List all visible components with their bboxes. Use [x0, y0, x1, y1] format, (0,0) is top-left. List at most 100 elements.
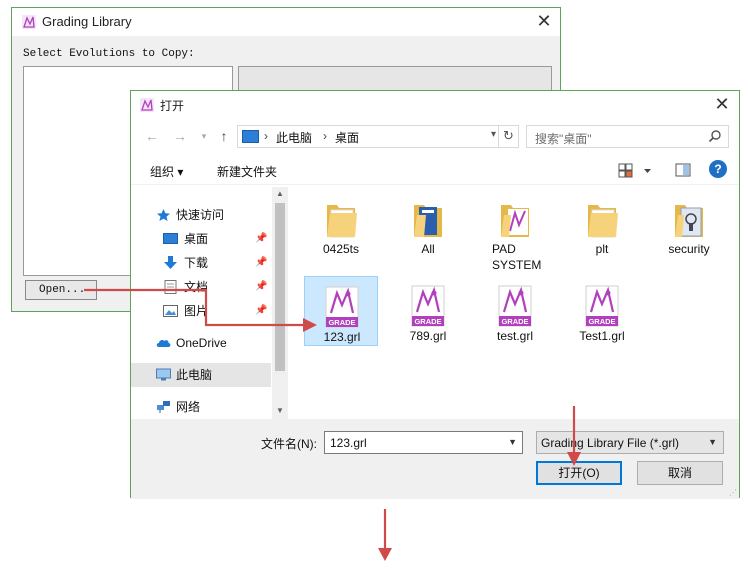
file-name: plt: [595, 242, 609, 256]
file-item-test1-grl[interactable]: GRADE Test1.grl: [565, 276, 639, 346]
nav-item-label: 桌面: [184, 232, 209, 246]
pin-icon: 📌: [255, 305, 268, 316]
file-name: PAD SYSTEM: [492, 242, 542, 272]
folder-icon: [327, 205, 357, 238]
filetype-value: Grading Library File (*.grl): [541, 436, 680, 450]
nav-item-this-pc[interactable]: 此电脑: [131, 363, 271, 387]
breadcrumb-separator: ›: [264, 129, 268, 143]
search-input[interactable]: 搜索"桌面": [526, 125, 729, 148]
pin-icon: 📌: [255, 233, 268, 244]
address-bar[interactable]: › 此电脑 › 桌面 ▾ ↻: [237, 125, 519, 148]
folder-icon: [588, 205, 618, 238]
filename-value: 123.grl: [330, 436, 367, 450]
grl-file-icon: GRADE: [411, 285, 445, 327]
folder-grade-icon: [501, 205, 529, 237]
nav-item-network[interactable]: 网络: [131, 395, 271, 419]
breadcrumb-desktop[interactable]: 桌面: [335, 129, 359, 146]
grl-badge: GRADE: [588, 317, 615, 326]
forward-arrow-icon[interactable]: →: [171, 127, 189, 145]
filename-field[interactable]: 123.grl ▼: [324, 431, 523, 454]
document-icon: [164, 280, 177, 294]
search-icon: [708, 130, 721, 143]
file-item-0425ts[interactable]: 0425ts: [304, 189, 378, 275]
search-placeholder: 搜索"桌面": [535, 132, 592, 146]
nav-item-downloads[interactable]: 下载 📌: [131, 251, 271, 275]
grl-file-icon: GRADE: [325, 286, 359, 328]
file-item-plt[interactable]: plt: [565, 189, 639, 275]
pin-icon: 📌: [255, 257, 268, 268]
breadcrumb-this-pc[interactable]: 此电脑: [276, 129, 312, 146]
file-name: 789.grl: [409, 329, 447, 343]
pin-icon: 📌: [255, 281, 268, 292]
recent-locations-icon[interactable]: ▾: [195, 127, 213, 145]
close-icon[interactable]: ✕: [528, 8, 560, 36]
file-item-all[interactable]: All: [391, 189, 465, 275]
refresh-icon[interactable]: ↻: [498, 126, 518, 147]
cloud-icon: [156, 339, 171, 347]
breadcrumb-separator: ›: [323, 129, 327, 143]
computer-icon: [156, 368, 171, 381]
scroll-down-icon[interactable]: ▼: [272, 406, 288, 415]
file-item-789-grl[interactable]: GRADE 789.grl: [391, 276, 465, 346]
file-name: Test1.grl: [579, 329, 625, 343]
resize-grip[interactable]: ⋰: [729, 488, 737, 497]
open-dialog-title: 打开: [160, 99, 185, 113]
file-item-test-grl[interactable]: GRADE test.grl: [478, 276, 552, 346]
open-file-dialog: 打开 ✕ ← → ▾ ↑ › 此电脑 › 桌面 ▾ ↻ 搜索"桌面" 组织 ▾ …: [130, 90, 740, 499]
network-icon: [157, 401, 170, 413]
nav-item-label: 图片: [184, 304, 209, 318]
close-icon[interactable]: ✕: [705, 91, 739, 119]
nav-item-onedrive[interactable]: OneDrive: [131, 331, 271, 355]
nav-item-desktop[interactable]: 桌面 📌: [131, 227, 271, 251]
scroll-up-icon[interactable]: ▲: [272, 189, 288, 198]
nav-item-label: 文档: [184, 280, 209, 294]
nav-item-label: 快速访问: [176, 208, 225, 222]
new-folder-button[interactable]: 新建文件夹: [217, 163, 277, 180]
dialog-toolbar: 组织 ▾ 新建文件夹 ?: [131, 157, 739, 185]
open-dialog-titlebar[interactable]: 打开 ✕: [131, 91, 739, 119]
dialog-footer: 文件名(N): 123.grl ▼ Grading Library File (…: [131, 419, 739, 499]
scroll-thumb[interactable]: [275, 203, 285, 371]
nav-item-quick-access[interactable]: 快速访问: [131, 203, 271, 227]
navigation-row: ← → ▾ ↑ › 此电脑 › 桌面 ▾ ↻ 搜索"桌面": [131, 123, 739, 151]
grl-badge: GRADE: [501, 317, 528, 326]
help-icon[interactable]: ?: [709, 160, 727, 178]
picture-icon: [163, 305, 178, 317]
file-name: 0425ts: [322, 242, 360, 256]
back-arrow-icon[interactable]: ←: [143, 127, 161, 145]
grl-file-icon: GRADE: [585, 285, 619, 327]
filename-label: 文件名(N):: [261, 437, 317, 451]
file-name: test.grl: [496, 329, 533, 343]
nav-item-documents[interactable]: 文档 📌: [131, 275, 271, 299]
grading-library-titlebar[interactable]: Grading Library ✕: [12, 8, 560, 36]
file-list: 0425ts All PAD SYSTEM plt security GRADE…: [289, 187, 739, 419]
grading-library-title: Grading Library: [42, 14, 132, 29]
filetype-select[interactable]: Grading Library File (*.grl) ▼: [536, 431, 724, 454]
file-item-security[interactable]: security: [652, 189, 726, 275]
grading-app-icon: [22, 15, 36, 29]
file-name: All: [421, 242, 435, 256]
file-item-pad-system[interactable]: PAD SYSTEM: [478, 189, 552, 275]
organize-menu[interactable]: 组织 ▾: [150, 163, 183, 180]
grading-app-icon: [140, 98, 154, 112]
nav-item-label: 网络: [176, 400, 201, 414]
file-item-123-grl[interactable]: GRADE 123.grl: [304, 276, 378, 346]
nav-item-label: 此电脑: [176, 368, 213, 382]
nav-scrollbar[interactable]: ▲ ▼: [272, 187, 288, 419]
select-evolutions-label: Select Evolutions to Copy:: [23, 48, 195, 60]
arrowhead: [378, 548, 392, 561]
file-name: 123.grl: [323, 330, 361, 344]
view-options-icon[interactable]: [618, 162, 654, 180]
chevron-down-icon[interactable]: ▼: [508, 437, 517, 447]
cancel-button[interactable]: 取消: [637, 461, 723, 485]
open-button[interactable]: Open...: [25, 280, 97, 300]
nav-item-pictures[interactable]: 图片 📌: [131, 299, 271, 323]
folder-document-icon: [414, 205, 442, 237]
preview-pane-icon[interactable]: [675, 162, 691, 178]
open-confirm-button[interactable]: 打开(O): [536, 461, 622, 485]
chevron-down-icon[interactable]: ▾: [491, 129, 496, 140]
star-icon: [157, 209, 170, 221]
chevron-down-icon[interactable]: ▼: [708, 437, 717, 447]
up-arrow-icon[interactable]: ↑: [215, 127, 233, 145]
navigation-pane: 快速访问 桌面 📌 下载 📌 文档 📌 图片 📌 OneDrive 此电脑 网络…: [131, 187, 288, 419]
